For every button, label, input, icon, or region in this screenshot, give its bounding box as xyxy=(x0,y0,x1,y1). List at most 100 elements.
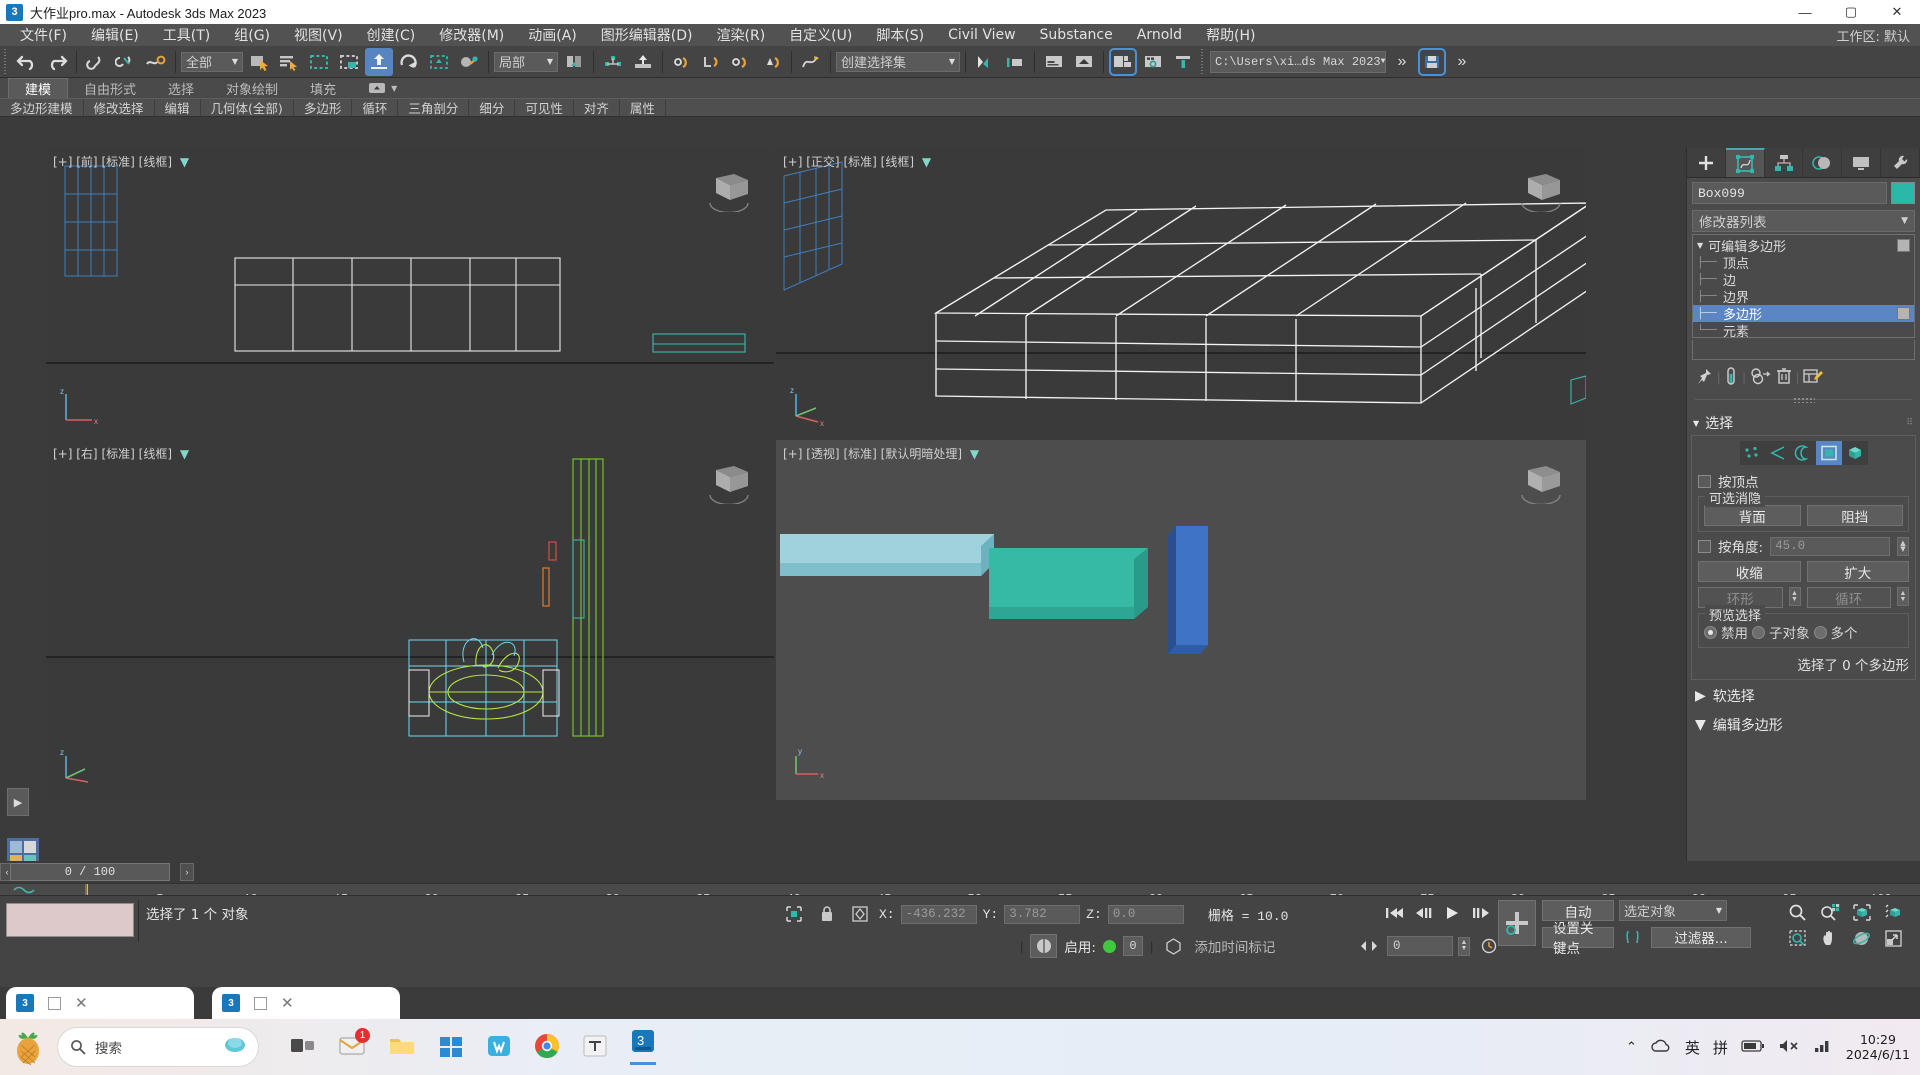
ribbon-tab-modeling[interactable]: 建模 xyxy=(8,78,69,98)
zoom-region-icon[interactable] xyxy=(1784,926,1811,950)
network-icon[interactable] xyxy=(1813,1038,1833,1057)
menu-graph-editors[interactable]: 图形编辑器(D) xyxy=(589,23,705,47)
preview-close-icon-2[interactable]: ✕ xyxy=(281,994,294,1012)
toolbar-grip-2[interactable] xyxy=(1199,48,1205,75)
by-angle-spinner[interactable]: ▲ ▼ xyxy=(1897,536,1909,556)
unlink-icon[interactable] xyxy=(112,48,140,76)
motion-tab[interactable] xyxy=(1803,148,1843,177)
go-to-start-icon[interactable] xyxy=(1380,901,1407,925)
object-name-field[interactable]: Box099 xyxy=(1692,182,1887,204)
viewport-perspective[interactable]: [+] [透视] [标准] [默认明暗处理] ▼ yx xyxy=(776,440,1586,800)
viewport-orthographic-label[interactable]: [+] [正交] [标准] [线框] ▼ xyxy=(783,153,931,170)
by-vertex-checkbox[interactable] xyxy=(1698,474,1711,488)
chrome-icon[interactable] xyxy=(534,1033,560,1062)
stack-item-editable-poly[interactable]: ▼ 可编辑多边形 xyxy=(1693,237,1914,255)
set-key-big-button[interactable] xyxy=(1498,900,1536,946)
key-filters-toggle-icon[interactable] xyxy=(1619,925,1646,949)
create-tab[interactable] xyxy=(1687,148,1726,177)
taskbar-search[interactable]: 搜索 xyxy=(58,1028,258,1066)
bind-space-warp-icon[interactable] xyxy=(142,48,170,76)
stack-item-edge[interactable]: ├── 边 xyxy=(1693,271,1914,290)
viewport-filter-icon-3[interactable]: ▼ xyxy=(180,447,189,461)
zoom-extents-icon[interactable] xyxy=(1848,900,1875,924)
ribbon-group-loops[interactable]: 循环 xyxy=(352,99,399,116)
ime-mode-indicator[interactable]: 拼 xyxy=(1713,1037,1728,1058)
use-selection-center-icon[interactable] xyxy=(599,48,627,76)
selection-rollout-header[interactable]: ▼ 选择 ⠿ xyxy=(1691,411,1916,435)
select-region-icon[interactable] xyxy=(305,48,333,76)
mail-icon[interactable]: 1 xyxy=(338,1027,370,1061)
preview-close-icon-1[interactable]: ✕ xyxy=(75,994,88,1012)
pin-stack-icon[interactable] xyxy=(1695,367,1713,388)
element-mode-button[interactable] xyxy=(1842,441,1868,465)
ribbon-group-edit[interactable]: 编辑 xyxy=(155,99,201,116)
ribbon-group-geometry-all[interactable]: 几何体(全部) xyxy=(201,99,294,116)
preview-subobject-radio[interactable] xyxy=(1752,625,1765,639)
wps-icon[interactable] xyxy=(486,1034,512,1061)
taskbar-clock[interactable]: 10:29 2024/6/11 xyxy=(1846,1032,1910,1062)
ribbon-group-polygons[interactable]: 多边形 xyxy=(294,99,353,116)
render-setup-icon[interactable] xyxy=(1040,48,1068,76)
time-next-button[interactable]: › xyxy=(180,863,194,881)
zoom-icon[interactable] xyxy=(1784,900,1811,924)
ribbon-group-properties[interactable]: 属性 xyxy=(620,99,666,116)
render-production-icon[interactable] xyxy=(1109,47,1137,76)
menu-scripting[interactable]: 脚本(S) xyxy=(864,23,936,47)
viewport-orthographic[interactable]: [+] [正交] [标准] [线框] ▼ zx xyxy=(776,148,1586,438)
object-color-swatch[interactable] xyxy=(1891,182,1915,204)
stack-toggle-4[interactable] xyxy=(1897,307,1910,320)
max-preview-1[interactable]: 3 ✕ xyxy=(6,987,194,1019)
project-path-field[interactable]: C:\Users\xi…ds Max 2023 ▼ xyxy=(1210,50,1386,73)
configure-sets-icon[interactable] xyxy=(1803,367,1824,388)
set-key-button[interactable]: 设置关键点 xyxy=(1542,921,1614,957)
array-icon[interactable] xyxy=(728,48,756,76)
menu-animation[interactable]: 动画(A) xyxy=(516,23,589,47)
viewport-filter-icon-4[interactable]: ▼ xyxy=(970,447,979,461)
viewport-right-label[interactable]: [+] [右] [标准] [线框] ▼ xyxy=(53,445,189,462)
material-editor-icon[interactable] xyxy=(971,48,999,76)
y-field[interactable]: 3.782 xyxy=(1004,904,1081,924)
prev-frame-icon[interactable] xyxy=(1409,901,1436,925)
file-explorer-icon[interactable] xyxy=(388,1034,416,1061)
toolbar-overflow-button-2[interactable]: » xyxy=(1448,48,1476,76)
view-cube-3[interactable] xyxy=(704,460,754,504)
menu-help[interactable]: 帮助(H) xyxy=(1194,23,1267,47)
align-tool-icon[interactable] xyxy=(698,48,726,76)
battery-icon[interactable] xyxy=(1741,1038,1765,1057)
menu-tools[interactable]: 工具(T) xyxy=(151,23,222,47)
x-field[interactable]: -436.232 xyxy=(900,904,977,924)
select-by-name-icon[interactable] xyxy=(275,48,303,76)
ribbon-tab-selection[interactable]: 选择 xyxy=(152,78,210,98)
rendered-frame-window-icon[interactable] xyxy=(1070,48,1098,76)
ribbon-tab-populate[interactable]: 填充 xyxy=(294,78,352,98)
menu-modifiers[interactable]: 修改器(M) xyxy=(427,23,516,47)
use-pivot-center-icon[interactable] xyxy=(560,48,588,76)
max-preview-2[interactable]: 3 ✕ xyxy=(212,987,400,1019)
next-frame-icon[interactable] xyxy=(1467,901,1494,925)
select-and-move-icon[interactable] xyxy=(365,47,393,76)
vertex-mode-button[interactable] xyxy=(1740,441,1766,465)
maxscript-mini-listener[interactable] xyxy=(6,903,134,937)
minimize-button[interactable]: — xyxy=(1782,0,1828,24)
modify-tab[interactable] xyxy=(1725,148,1765,177)
edge-mode-button[interactable] xyxy=(1765,441,1791,465)
key-toggle-value[interactable]: 0 xyxy=(1122,936,1143,956)
toolbar-grip[interactable] xyxy=(2,48,8,75)
add-time-tag-icon[interactable] xyxy=(1160,934,1187,958)
loop-spinner[interactable]: ▲ ▼ xyxy=(1897,587,1909,606)
ref-coord-system-combo[interactable]: 局部 ▼ xyxy=(494,51,558,72)
edit-poly-rollout[interactable]: ▼ 编辑多边形 xyxy=(1691,711,1916,739)
stack-item-element[interactable]: └── 元素 xyxy=(1693,322,1914,341)
by-angle-checkbox[interactable] xyxy=(1698,539,1711,553)
ribbon-group-visibility[interactable]: 可见性 xyxy=(515,99,574,116)
task-view-icon[interactable] xyxy=(290,1034,316,1061)
key-navigation-icon[interactable] xyxy=(1355,934,1382,958)
menu-edit[interactable]: 编辑(E) xyxy=(79,23,151,47)
workspace-selector[interactable]: 工作区: 默认 xyxy=(1836,26,1920,45)
copilot-icon[interactable] xyxy=(224,1034,246,1060)
menu-create[interactable]: 创建(C) xyxy=(355,23,428,47)
view-cube[interactable] xyxy=(704,168,754,212)
material-explorer-icon[interactable] xyxy=(1001,48,1029,76)
tray-chevron-icon[interactable]: ⌃ xyxy=(1626,1039,1637,1055)
menu-customize[interactable]: 自定义(U) xyxy=(777,23,864,47)
